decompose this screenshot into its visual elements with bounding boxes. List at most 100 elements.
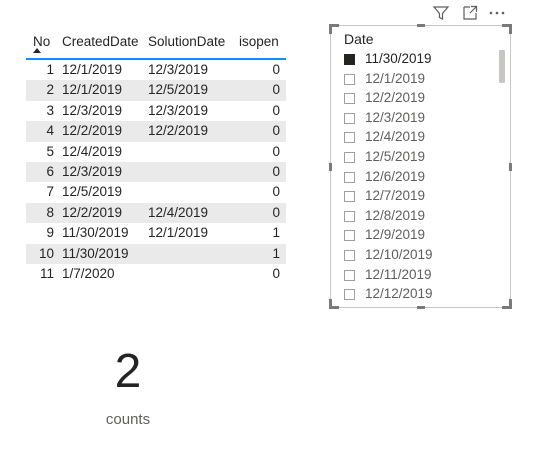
slicer-item-label: 12/6/2019: [365, 168, 426, 184]
focus-mode-icon[interactable]: [461, 4, 479, 22]
cell-isopen: 0: [272, 102, 280, 118]
cell-isopen: 1: [272, 245, 280, 261]
cell-isopen: 0: [272, 204, 280, 220]
column-header-createddate[interactable]: CreatedDate: [62, 34, 139, 49]
slicer-item-label: 12/3/2019: [365, 109, 426, 125]
card-value: 2: [114, 345, 142, 398]
cell-isopen: 0: [272, 184, 280, 200]
checkbox[interactable]: [344, 191, 355, 203]
slicer-item-label: 12/4/2019: [365, 129, 426, 145]
table-row[interactable]: 8 12/2/2019 12/4/2019 0: [26, 202, 286, 224]
column-header-no[interactable]: No: [33, 34, 50, 49]
slicer-item-label: 12/1/2019: [365, 70, 426, 86]
cell-isopen: 0: [272, 265, 280, 281]
cell-isopen: 0: [272, 163, 280, 179]
resize-handle-top[interactable]: [417, 24, 425, 27]
cell-no: 4: [46, 123, 54, 139]
cell-solutiondate: 12/5/2019: [148, 82, 209, 98]
sort-ascending-icon[interactable]: [33, 48, 41, 53]
table-row[interactable]: 3 12/3/2019 12/3/2019 0: [26, 101, 286, 121]
checkbox[interactable]: [344, 93, 355, 105]
checkbox[interactable]: [344, 73, 355, 85]
cell-solutiondate: 12/2/2019: [148, 123, 209, 139]
table-row[interactable]: 4 12/2/2019 12/2/2019 0: [26, 121, 286, 142]
slicer-item-label: 12/8/2019: [365, 207, 426, 223]
column-header-solutiondate[interactable]: SolutionDate: [148, 34, 225, 49]
cell-createddate: 12/1/2019: [62, 62, 123, 77]
checkbox[interactable]: [344, 210, 355, 222]
resize-corner-top-right[interactable]: [502, 24, 512, 34]
cell-solutiondate: 12/3/2019: [148, 62, 209, 77]
resize-handle-bottom[interactable]: [417, 306, 425, 309]
cell-createddate: 11/30/2019: [62, 245, 129, 261]
cell-createddate: 12/3/2019: [62, 102, 123, 118]
cell-no: 5: [46, 143, 54, 159]
table-row[interactable]: 10 11/30/2019 1: [26, 243, 286, 264]
card-label: counts: [105, 411, 151, 428]
table-header: No CreatedDate SolutionDate isopen: [26, 30, 286, 60]
cell-no: 9: [46, 225, 54, 241]
slicer-item-label: 12/7/2019: [365, 188, 426, 204]
checkbox[interactable]: [344, 54, 355, 65]
cell-no: 2: [46, 82, 54, 98]
cell-solutiondate: 12/1/2019: [148, 225, 209, 241]
cell-createddate: 1/7/2020: [62, 265, 115, 281]
cell-createddate: 12/5/2019: [62, 184, 123, 200]
cell-createddate: 11/30/2019: [62, 225, 129, 241]
slicer-item-label: 12/10/2019: [365, 246, 433, 262]
checkbox[interactable]: [344, 151, 355, 163]
checkbox[interactable]: [344, 171, 355, 183]
resize-corner-bottom-left[interactable]: [329, 299, 339, 309]
table-body: 1 12/1/2019 12/3/2019 0 2 12/1/2019 12/5/2019 0…: [26, 60, 286, 284]
cell-no: 6: [46, 163, 54, 179]
more-options-icon[interactable]: [488, 4, 506, 22]
slicer-item-label: 12/12/2019: [365, 286, 433, 302]
resize-handle-left[interactable]: [329, 163, 332, 171]
table-row[interactable]: 7 12/5/2019 0: [26, 182, 286, 202]
filter-icon[interactable]: [432, 4, 450, 22]
cell-createddate: 12/3/2019: [62, 163, 123, 179]
cell-createddate: 12/4/2019: [62, 143, 123, 159]
cell-no: 3: [46, 102, 54, 118]
cell-createddate: 12/1/2019: [62, 82, 123, 98]
table-row[interactable]: 2 12/1/2019 12/5/2019 0: [26, 80, 286, 101]
table-row[interactable]: 5 12/4/2019 0: [26, 142, 286, 162]
cell-isopen: 0: [272, 82, 280, 98]
cell-solutiondate: 12/4/2019: [148, 204, 209, 220]
cell-no: 7: [46, 184, 54, 200]
cell-isopen: 0: [272, 123, 280, 139]
cell-createddate: 12/2/2019: [62, 123, 123, 139]
slicer-item-label: 12/5/2019: [365, 148, 426, 164]
cell-isopen: 1: [272, 225, 280, 241]
resize-corner-top-left[interactable]: [329, 24, 339, 34]
checkbox[interactable]: [344, 249, 355, 261]
cell-solutiondate: 12/3/2019: [148, 102, 209, 118]
slicer-scrollbar[interactable]: [499, 50, 505, 83]
table-row[interactable]: 11 1/7/2020 0: [26, 264, 286, 284]
cell-isopen: 0: [272, 62, 280, 77]
table-row[interactable]: 1 12/1/2019 12/3/2019 0: [26, 60, 286, 80]
slicer-item-label: 11/30/2019: [365, 51, 432, 66]
slicer-title: Date: [344, 31, 374, 47]
resize-handle-right[interactable]: [509, 163, 512, 171]
checkbox[interactable]: [344, 269, 355, 281]
cell-no: 10: [38, 245, 54, 261]
cell-isopen: 0: [272, 143, 280, 159]
slicer-item-label: 12/11/2019: [365, 266, 432, 282]
checkbox[interactable]: [344, 230, 355, 242]
table-visual[interactable]: No CreatedDate SolutionDate isopen 1 12/1…: [26, 30, 286, 284]
checkbox[interactable]: [344, 132, 355, 144]
cell-createddate: 12/2/2019: [62, 204, 123, 220]
checkbox[interactable]: [344, 289, 355, 301]
date-slicer[interactable]: Date 11/30/2019 12/1/2019 12/2/2019 12/3/20…: [329, 24, 512, 309]
cell-no: 1: [46, 62, 54, 77]
checkbox[interactable]: [344, 112, 355, 124]
table-row[interactable]: 6 12/3/2019 0: [26, 161, 286, 183]
cell-no: 8: [46, 204, 54, 220]
cell-no: 11: [39, 265, 54, 281]
table-row[interactable]: 9 11/30/2019 12/1/2019 1: [26, 223, 286, 243]
slicer-item-label: 12/2/2019: [365, 90, 426, 106]
column-header-isopen[interactable]: isopen: [239, 34, 279, 49]
slicer-item-label: 12/9/2019: [365, 227, 426, 243]
resize-corner-bottom-right[interactable]: [502, 299, 512, 309]
